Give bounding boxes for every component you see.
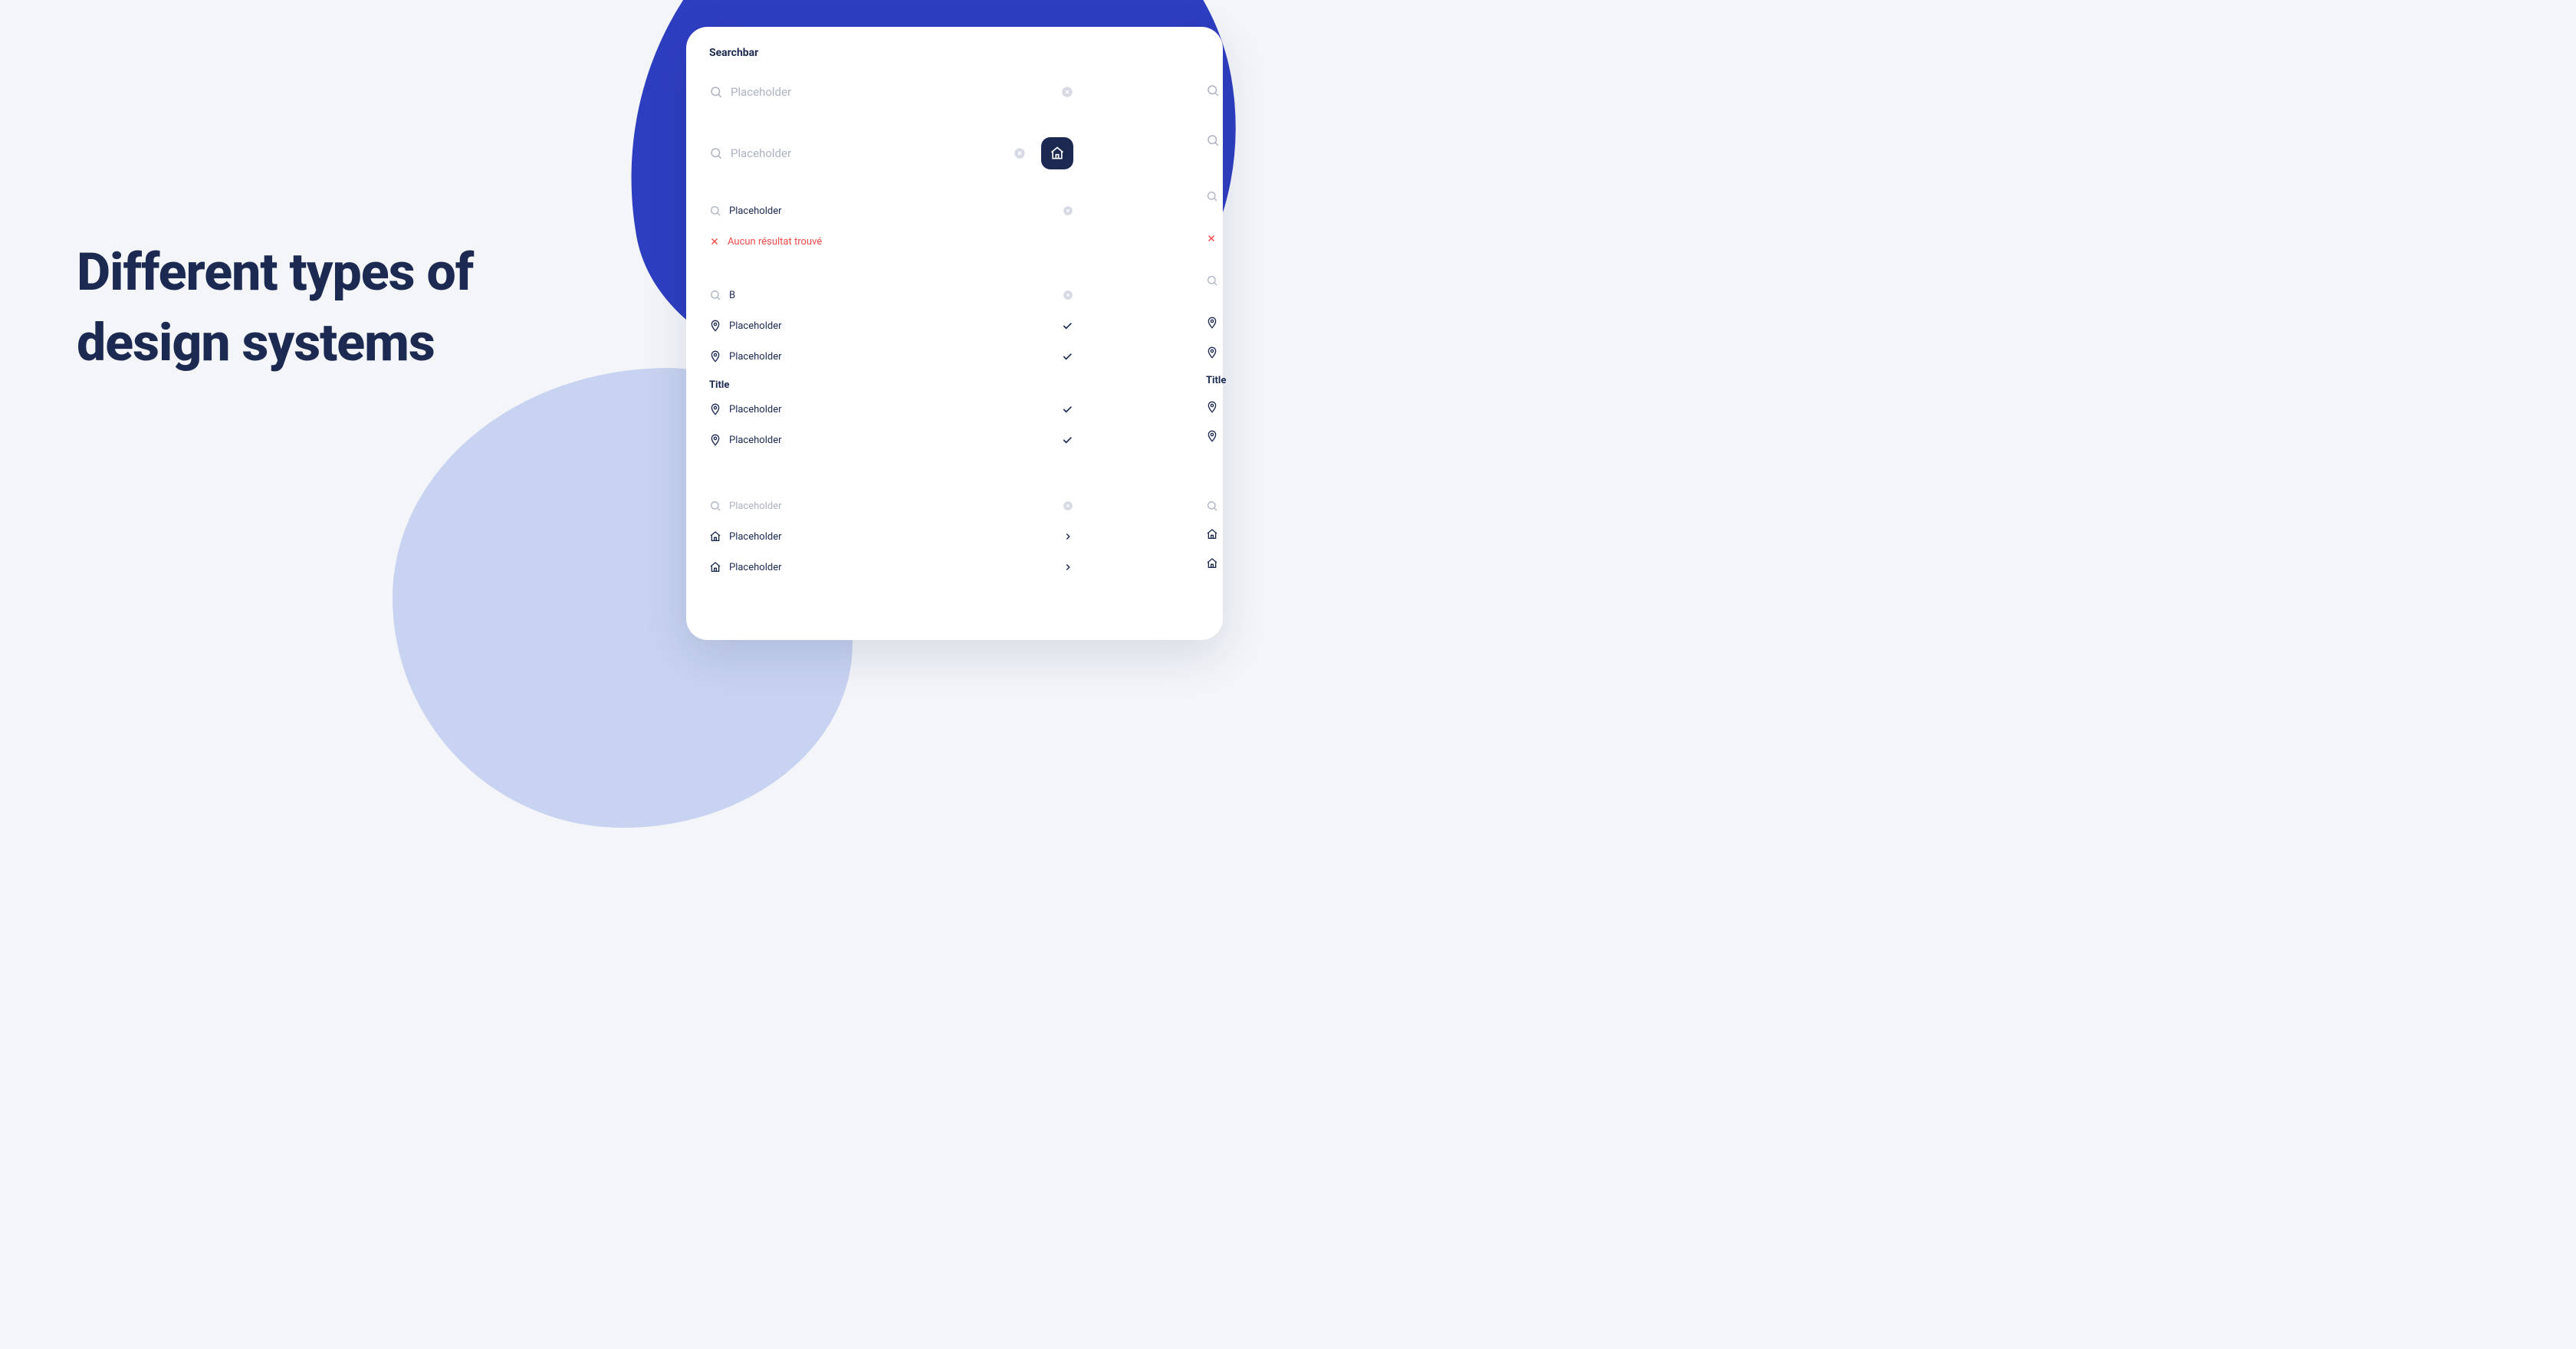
search-placeholder: Placeholder [729, 501, 1055, 512]
error-row: Aucun résultat trouvé [709, 226, 1073, 257]
pin-icon [709, 434, 721, 446]
pin-icon [1206, 430, 1218, 442]
chevron-right-icon [1063, 562, 1073, 573]
clear-icon[interactable] [1063, 290, 1073, 300]
x-icon [1206, 233, 1217, 244]
x-icon [709, 236, 720, 247]
search-variant-with-button[interactable]: Placeholder [709, 134, 1073, 172]
search-value: Placeholder [729, 205, 1055, 217]
search-icon [709, 289, 721, 301]
check-icon [1061, 403, 1073, 415]
home-icon [1206, 557, 1218, 569]
search-icon [709, 500, 721, 512]
error-message: Aucun résultat trouvé [728, 236, 1073, 248]
pin-icon [1206, 346, 1218, 359]
group-title: Title [709, 379, 1073, 391]
pin-icon [709, 320, 721, 332]
clear-icon[interactable] [1014, 147, 1026, 159]
result-item[interactable]: Placeholder [709, 310, 1073, 341]
clear-icon[interactable] [1063, 205, 1073, 216]
nav-label: Placeholder [729, 562, 1055, 573]
nav-item[interactable]: Placeholder [709, 521, 1073, 552]
home-icon [709, 561, 721, 573]
pin-icon [709, 403, 721, 415]
search-value: B [729, 290, 1055, 301]
search-variant-basic[interactable]: Placeholder [709, 73, 1073, 111]
result-item[interactable]: Placeholder [709, 425, 1073, 455]
right-column-cropped: Title [1206, 69, 1237, 578]
search-icon [709, 85, 723, 99]
panel-title: Searchbar [709, 47, 1200, 59]
result-label: Placeholder [729, 435, 1053, 446]
group-title-right: Title [1206, 368, 1237, 392]
search-placeholder: Placeholder [731, 85, 1053, 99]
result-label: Placeholder [729, 351, 1053, 363]
search-icon [709, 205, 721, 217]
home-button[interactable] [1041, 137, 1073, 169]
check-icon [1061, 434, 1073, 446]
result-label: Placeholder [729, 404, 1053, 415]
search-icon [1206, 500, 1218, 512]
chevron-right-icon [1063, 531, 1073, 542]
search-placeholder: Placeholder [731, 146, 1006, 160]
search-icon [1206, 133, 1220, 147]
pin-icon [1206, 401, 1218, 413]
search-icon [1206, 274, 1218, 287]
check-icon [1061, 350, 1073, 363]
search-icon [1206, 84, 1220, 97]
home-icon [709, 530, 721, 543]
search-icon [709, 146, 723, 160]
clear-icon[interactable] [1063, 501, 1073, 511]
search-variant-error[interactable]: Placeholder [709, 195, 1073, 226]
searchbar-panel: Searchbar Placeholder Placeholder [686, 27, 1223, 640]
pin-icon [1206, 317, 1218, 329]
search-icon [1206, 190, 1218, 202]
nav-item[interactable]: Placeholder [709, 552, 1073, 583]
pin-icon [709, 350, 721, 363]
page-headline: Different types of design systems [77, 238, 567, 379]
home-icon [1206, 528, 1218, 540]
clear-icon[interactable] [1061, 86, 1073, 98]
search-variant-nav[interactable]: Placeholder [709, 491, 1073, 521]
result-item[interactable]: Placeholder [709, 394, 1073, 425]
result-item[interactable]: Placeholder [709, 341, 1073, 372]
check-icon [1061, 320, 1073, 332]
search-variant-results[interactable]: B [709, 280, 1073, 310]
result-label: Placeholder [729, 320, 1053, 332]
nav-label: Placeholder [729, 531, 1055, 543]
